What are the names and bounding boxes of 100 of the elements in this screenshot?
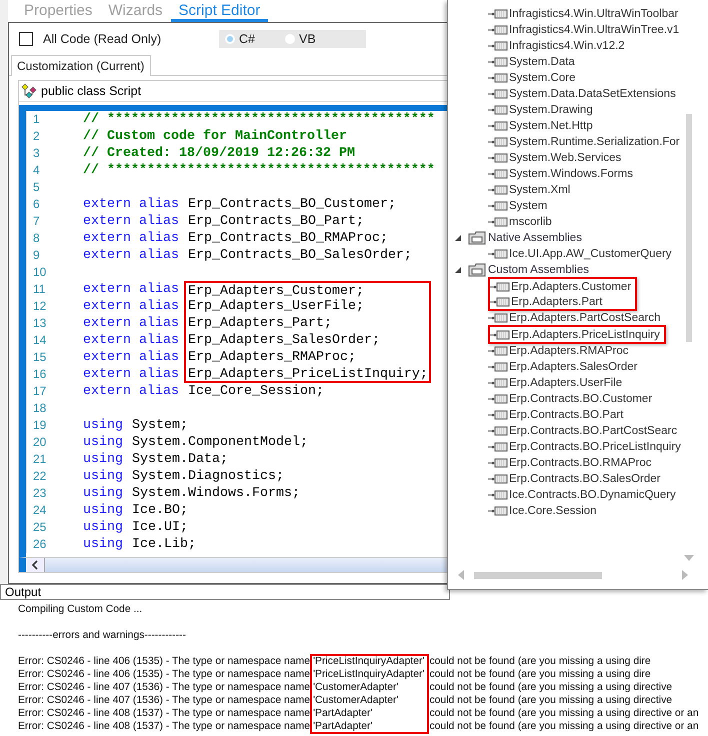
tree-item[interactable]: Ice.Core.Session — [509, 505, 597, 517]
assembly-icon — [490, 282, 510, 292]
tree-item[interactable]: Infragistics4.Win.UltraWinToolbar — [509, 8, 678, 20]
assembly-icon — [488, 137, 508, 147]
line-number: 25 — [26, 519, 83, 536]
tree-item[interactable]: Erp.Contracts.BO.Customer — [509, 393, 652, 405]
radio-button[interactable] — [225, 34, 235, 44]
line-number: 18 — [26, 400, 83, 417]
output-line: Compiling Custom Code ... — [18, 603, 144, 616]
class-selector[interactable]: public class Script — [19, 81, 447, 102]
tree-item[interactable]: System.Net.Http — [509, 120, 593, 132]
code-text: Erp_Contracts_BO_Customer; — [186, 196, 396, 213]
line-number: 20 — [26, 434, 83, 451]
assembly-icon — [488, 169, 508, 179]
scrollbar[interactable] — [19, 557, 447, 572]
scrollbar[interactable] — [474, 572, 602, 578]
code-text: System.ComponentModel; — [131, 434, 308, 451]
scroll-down-icon[interactable] — [684, 555, 694, 561]
tree-item[interactable]: Erp.Adapters.Customer — [511, 280, 632, 292]
line-number: 15 — [26, 349, 83, 366]
assembly-icon — [488, 458, 508, 468]
code-keyword: using — [83, 536, 123, 553]
code-text: Ice_Core_Session; — [186, 383, 324, 400]
line-number: 10 — [26, 264, 83, 281]
code-comment: // Custom code for MainController — [83, 128, 347, 145]
tree-group[interactable]: Native Assemblies — [488, 232, 582, 244]
tree-item[interactable]: System.Data.DataSetExtensions — [509, 88, 676, 100]
tree-item[interactable]: Erp.Adapters.Part — [511, 296, 602, 308]
tree-group[interactable]: Custom Assemblies — [488, 264, 589, 276]
line-number: 9 — [26, 247, 83, 264]
scroll-left-icon[interactable] — [31, 560, 39, 570]
tree-item[interactable]: Erp.Adapters.SalesOrder — [509, 361, 638, 373]
tree-item[interactable]: Infragistics4.Win.v12.2 — [509, 40, 625, 52]
line-number: 11 — [26, 281, 83, 298]
line-number: 1 — [26, 111, 83, 128]
code-text: Ice.Lib; — [131, 536, 196, 553]
code-comment: // ***************************************** — [83, 162, 435, 179]
scroll-right-icon[interactable] — [682, 570, 688, 580]
tree-item[interactable]: System.Xml — [509, 184, 570, 196]
type-name: 'CustomerAdapter' — [312, 681, 400, 694]
code-text: Erp_Adapters_SalesOrder; — [184, 332, 431, 349]
code-text: Erp_Adapters_Customer; — [184, 281, 431, 298]
error-text: Error: CS0246 - line 408 (1537) - The type or namespace name — [18, 707, 310, 720]
line-number: 26 — [26, 536, 83, 553]
error-text: could not be found (are you missing a using dire — [429, 655, 652, 668]
tree-item[interactable]: mscorlib — [509, 216, 552, 228]
tree-item[interactable]: Erp.Adapters.PartCostSearch — [509, 312, 660, 324]
tree-item[interactable]: System — [509, 200, 548, 212]
tree-item[interactable]: System.Core — [509, 72, 576, 84]
code-keyword: using — [83, 417, 123, 434]
tree-item[interactable]: System.Runtime.Serialization.For — [509, 136, 680, 148]
tree-item[interactable]: Erp.Contracts.BO.PriceListInquiry — [509, 441, 681, 453]
tree-item[interactable]: Erp.Contracts.BO.Part — [509, 409, 624, 421]
assembly-icon — [488, 426, 508, 436]
expander-icon[interactable] — [454, 234, 462, 242]
code-text: Erp_Contracts_BO_Part; — [186, 213, 364, 230]
code-text: Erp_Contracts_BO_RMAProc; — [186, 230, 388, 247]
tree-item[interactable]: Erp.Adapters.UserFile — [509, 377, 622, 389]
code-keyword: extern alias — [83, 383, 179, 400]
tree-item[interactable]: Erp.Adapters.RMAProc — [509, 345, 629, 357]
tree-item[interactable]: Erp.Adapters.PriceListInquiry — [511, 328, 660, 340]
tree-item[interactable]: Erp.Contracts.BO.PartCostSearc — [509, 425, 678, 437]
code-keyword: using — [83, 485, 123, 502]
error-text: Error: CS0246 - line 406 (1535) - The type or namespace name — [18, 668, 310, 681]
expander-icon[interactable] — [454, 266, 462, 274]
assembly-icon — [488, 378, 508, 388]
tree-item[interactable]: Ice.Contracts.BO.DynamicQuery — [509, 489, 676, 501]
line-number: 13 — [26, 315, 83, 332]
editor-tab[interactable]: Customization (Current) — [11, 55, 152, 76]
assembly-icon — [488, 313, 508, 323]
assembly-icon — [488, 41, 508, 51]
tree-item[interactable]: System.Data — [509, 56, 575, 68]
code-keyword: extern alias — [83, 315, 179, 332]
code-comment: // Created: 18/09/2019 12:26:32 PM — [83, 145, 355, 162]
assembly-icon — [488, 394, 508, 404]
code-keyword: using — [83, 434, 123, 451]
code-keyword: extern alias — [83, 332, 179, 349]
error-text: could not be found (are you missing a using directive or an — [429, 707, 700, 720]
assembly-icon — [488, 57, 508, 67]
tree-item[interactable]: Infragistics4.Win.UltraWinTree.v1 — [509, 24, 680, 36]
code-keyword: extern alias — [83, 213, 179, 230]
assembly-icon — [488, 9, 508, 19]
line-number: 21 — [26, 451, 83, 468]
scrollbar[interactable] — [686, 114, 692, 342]
output-line: ----------errors and warnings------------ — [18, 629, 187, 642]
code-text: Ice.BO; — [131, 502, 188, 519]
assembly-icon — [490, 296, 510, 306]
checkbox[interactable] — [19, 32, 33, 46]
tree-item[interactable]: System.Drawing — [509, 104, 593, 116]
tree-item[interactable]: Erp.Contracts.BO.SalesOrder — [509, 473, 660, 485]
tree-item[interactable]: Ice.UI.App.AW_CustomerQuery — [509, 248, 672, 260]
tree-item[interactable]: System.Windows.Forms — [509, 168, 633, 180]
assembly-icon — [488, 73, 508, 83]
folder-icon — [468, 263, 486, 277]
error-text: Error: CS0246 - line 408 (1537) - The type or namespace name — [18, 720, 310, 733]
assembly-icon — [488, 89, 508, 99]
tree-item[interactable]: System.Web.Services — [509, 152, 622, 164]
panel-title: Output — [0, 584, 450, 600]
tree-item[interactable]: Erp.Contracts.BO.RMAProc — [509, 457, 652, 469]
assembly-icon — [488, 153, 508, 163]
